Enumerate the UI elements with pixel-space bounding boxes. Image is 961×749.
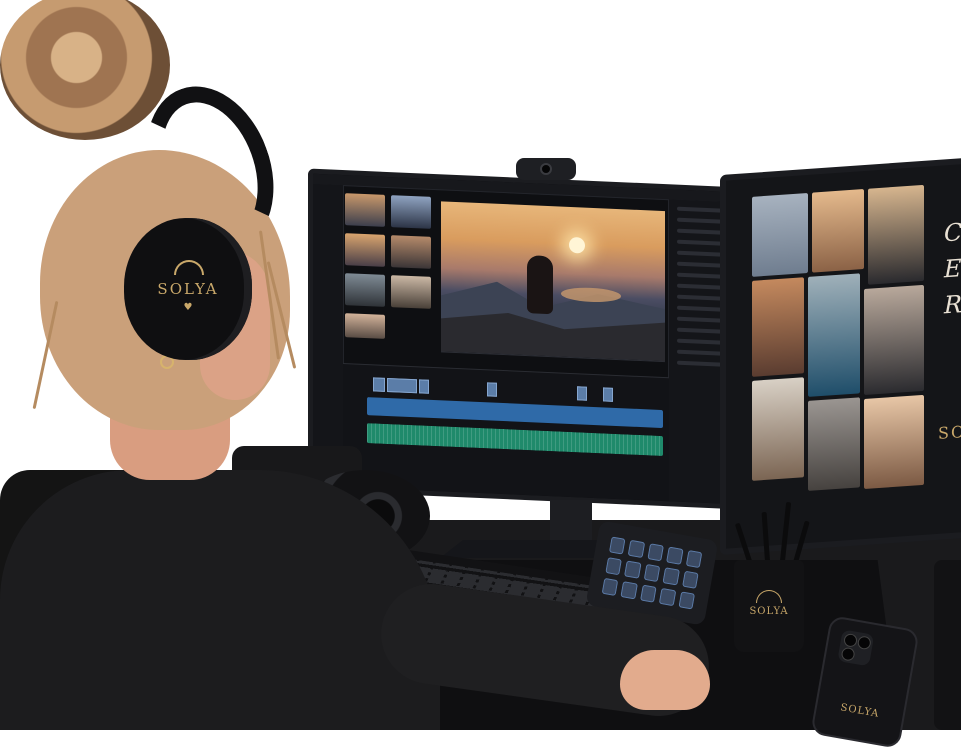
hair-bun xyxy=(0,0,170,140)
mug xyxy=(934,560,961,730)
media-bin xyxy=(345,193,435,355)
heart-icon: ♥ xyxy=(183,302,193,313)
side-letter: C xyxy=(944,218,961,248)
photo-grid-monitor: C E R SO xyxy=(720,156,961,556)
seated-woman-figure xyxy=(527,255,553,315)
media-thumbnail xyxy=(391,275,431,309)
program-viewer xyxy=(441,201,665,359)
photo-tile xyxy=(808,397,860,491)
phone-brand-logo: SOLYA xyxy=(839,702,881,720)
editing-monitor xyxy=(308,168,742,510)
editor-tool-strip xyxy=(313,183,344,488)
media-thumbnail xyxy=(391,235,431,269)
photo-tile xyxy=(752,192,808,277)
photo-scene: C E R SO SOLYA SOLYA SOLYA ♥ xyxy=(0,0,961,749)
media-thumbnail xyxy=(345,273,385,307)
webcam xyxy=(516,158,576,180)
photo-tile xyxy=(868,184,924,285)
photo-tile xyxy=(864,284,924,396)
headphone-brand-logo: SOLYA xyxy=(157,280,219,298)
side-letter: R xyxy=(944,290,961,320)
hand-on-mouse xyxy=(620,650,710,710)
sun-icon xyxy=(174,260,204,275)
media-thumbnail xyxy=(391,195,431,229)
side-letter: E xyxy=(944,254,961,284)
lake xyxy=(561,286,621,304)
sun-icon xyxy=(569,236,585,254)
camera-icon xyxy=(540,163,552,175)
photo-tile xyxy=(812,189,864,273)
screen-brand-logo: SO xyxy=(938,421,961,443)
sun-icon xyxy=(756,590,782,603)
photo-tile xyxy=(808,273,860,397)
headphone-earcup: SOLYA ♥ xyxy=(124,218,252,360)
media-thumbnail xyxy=(345,233,385,267)
camera-icon xyxy=(837,629,875,667)
pen-cup: SOLYA xyxy=(734,560,804,652)
screen-side-text: C E R xyxy=(944,214,961,323)
photo-tile xyxy=(864,394,924,490)
audio-waveform-track xyxy=(367,423,663,457)
photo-tile xyxy=(752,277,804,377)
photo-tile xyxy=(752,377,804,481)
cup-brand-logo: SOLYA xyxy=(749,606,789,617)
media-thumbnail xyxy=(345,193,385,227)
media-thumbnail xyxy=(345,313,385,339)
